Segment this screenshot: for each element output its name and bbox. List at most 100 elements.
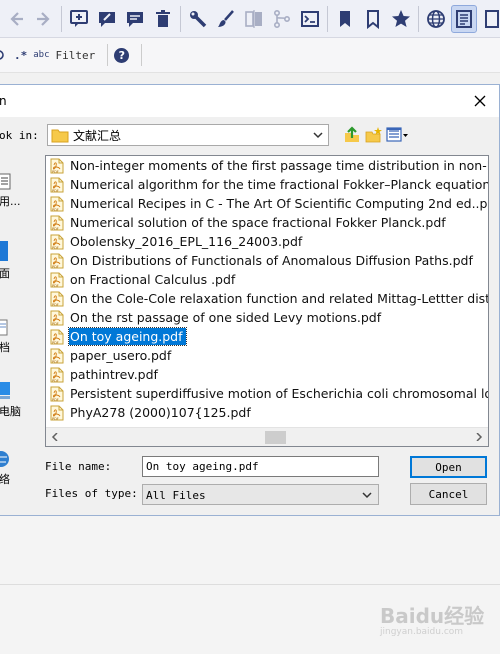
folder-icon [51, 129, 69, 143]
place-computer[interactable]: 电脑 [0, 381, 25, 419]
pdf-file-icon: PDF [50, 272, 64, 288]
place-label: 面 [0, 267, 10, 280]
list-item[interactable]: PDF pathintrev.pdf [46, 365, 488, 384]
svg-text:PDF: PDF [52, 170, 59, 174]
svg-text:PDF: PDF [52, 398, 59, 402]
watermark: Baidu经验 jingyan.baidu.com [380, 600, 492, 640]
forward-icon[interactable] [31, 5, 57, 33]
place-desktop[interactable]: 面 [0, 241, 25, 281]
list-item[interactable]: PDF On Distributions of Functionals of An… [46, 251, 488, 270]
list-item[interactable]: PDF On the Cole-Cole relaxation function … [46, 289, 488, 308]
place-label: 络 [0, 473, 10, 486]
svg-text:PDF: PDF [52, 322, 59, 326]
scroll-right-icon[interactable] [473, 431, 485, 443]
svg-text:PDF: PDF [52, 208, 59, 212]
file-type-value: All Files [146, 489, 206, 502]
divider [0, 584, 500, 585]
place-recent[interactable]: 用... [0, 173, 25, 209]
chevron-down-icon [362, 492, 372, 499]
star-icon[interactable] [388, 5, 414, 33]
up-folder-icon[interactable] [341, 125, 363, 145]
text-note-icon[interactable] [122, 5, 148, 33]
place-documents[interactable]: 档 [0, 319, 25, 355]
list-item[interactable]: PDF PhyA278 (2000)107{125.pdf [46, 403, 488, 422]
brush-icon[interactable] [213, 5, 239, 33]
scroll-left-icon[interactable] [49, 431, 61, 443]
svg-text:PDF: PDF [52, 360, 59, 364]
document-icon[interactable] [479, 5, 500, 33]
watermark-sub: jingyan.baidu.com [380, 627, 464, 637]
list-item[interactable]: PDF Numerical solution of the space fract… [46, 213, 488, 232]
case-toggle[interactable]: abc [33, 50, 49, 60]
file-name-input[interactable]: On toy ageing.pdf [142, 456, 379, 477]
regex-label: .* [14, 48, 28, 62]
terminal-icon[interactable] [297, 5, 323, 33]
bookmark-outline-icon[interactable] [360, 5, 386, 33]
delete-icon[interactable] [150, 5, 176, 33]
globe-icon[interactable] [423, 5, 449, 33]
place-label: 电脑 [0, 405, 21, 418]
view-menu-icon[interactable] [385, 125, 411, 145]
open-button[interactable]: Open [410, 456, 487, 478]
list-item[interactable]: PDF Non-integer moments of the first pass… [46, 156, 488, 175]
desktop-icon [0, 241, 8, 261]
toolbar-separator [180, 5, 181, 32]
file-name: On toy ageing.pdf [68, 327, 187, 346]
file-name: On the Cole-Cole relaxation function and… [70, 291, 488, 306]
file-type-select[interactable]: All Files [142, 484, 379, 505]
pdf-file-icon: PDF [50, 234, 64, 250]
cancel-button[interactable]: Cancel [410, 483, 487, 505]
file-name: PhyA278 (2000)107{125.pdf [70, 405, 251, 420]
scrollbar-thumb[interactable] [265, 431, 286, 444]
file-name: on Fractional Calculus .pdf [70, 272, 236, 287]
regex-toggle[interactable]: .* [14, 49, 27, 62]
help-button[interactable]: ? [114, 47, 130, 63]
add-note-icon[interactable] [66, 5, 92, 33]
svg-text:PDF: PDF [52, 227, 59, 231]
merge-icon[interactable] [269, 5, 295, 33]
file-name: pathintrev.pdf [70, 367, 158, 382]
pdf-file-icon: PDF [50, 215, 64, 231]
list-item[interactable]: PDF Numerical algorithm for the time frac… [46, 175, 488, 194]
list-item[interactable]: PDF Persistent superdiffusive motion of E… [46, 384, 488, 403]
add-comment-icon[interactable] [94, 5, 120, 33]
horizontal-scrollbar[interactable] [46, 427, 488, 446]
list-item[interactable]: PDF on Fractional Calculus .pdf [46, 270, 488, 289]
file-name: Numerical solution of the space fraction… [70, 215, 446, 230]
place-network[interactable]: 络 [0, 449, 25, 487]
look-in-value: 文献汇总 [73, 128, 122, 143]
back-icon[interactable] [3, 5, 29, 33]
list-item[interactable]: PDF On the rst passage of one sided Levy … [46, 308, 488, 327]
list-item[interactable]: PDF Numerical Recipes in C - The Art Of S… [46, 194, 488, 213]
file-name-label: File name: [45, 460, 112, 473]
document-list-icon[interactable] [451, 4, 477, 33]
close-icon [474, 95, 486, 107]
list-item[interactable]: PDF On toy ageing.pdf [46, 327, 488, 346]
close-button[interactable] [469, 90, 491, 112]
svg-text:PDF: PDF [52, 303, 59, 307]
dialog-title: n [0, 94, 7, 108]
pdf-file-icon: PDF [50, 253, 64, 269]
recent-files-icon [0, 173, 11, 190]
list-item[interactable]: PDF Obolensky_2016_EPL_116_24003.pdf [46, 232, 488, 251]
open-file-dialog: n ok in: 文献汇总 用... 面 档 电脑 络 PDF Non-inte… [0, 84, 500, 516]
wrench-icon[interactable] [185, 5, 211, 33]
dialog-titlebar[interactable]: n [0, 85, 499, 117]
compare-icon[interactable] [241, 5, 267, 33]
list-item[interactable]: PDF paper_usero.pdf [46, 346, 488, 365]
file-list-rows: PDF Non-integer moments of the first pass… [46, 156, 488, 428]
filter-bar: .* abc Filter ? [0, 38, 500, 73]
svg-text:PDF: PDF [52, 246, 59, 250]
file-list[interactable]: PDF Non-integer moments of the first pass… [45, 155, 489, 447]
bookmark-filled-icon[interactable] [332, 5, 358, 33]
file-name: Numerical algorithm for the time fractio… [70, 177, 488, 192]
look-in-combo[interactable]: 文献汇总 [47, 124, 329, 146]
new-folder-icon[interactable] [363, 125, 385, 145]
watermark-text: Baidu经验 [380, 604, 485, 628]
look-in-label: ok in: [0, 129, 39, 142]
chevron-down-icon [313, 132, 323, 139]
svg-text:PDF: PDF [52, 417, 59, 421]
search-option-icon[interactable] [0, 48, 8, 62]
pdf-file-icon: PDF [50, 196, 64, 212]
filter-button[interactable]: Filter [56, 49, 96, 62]
